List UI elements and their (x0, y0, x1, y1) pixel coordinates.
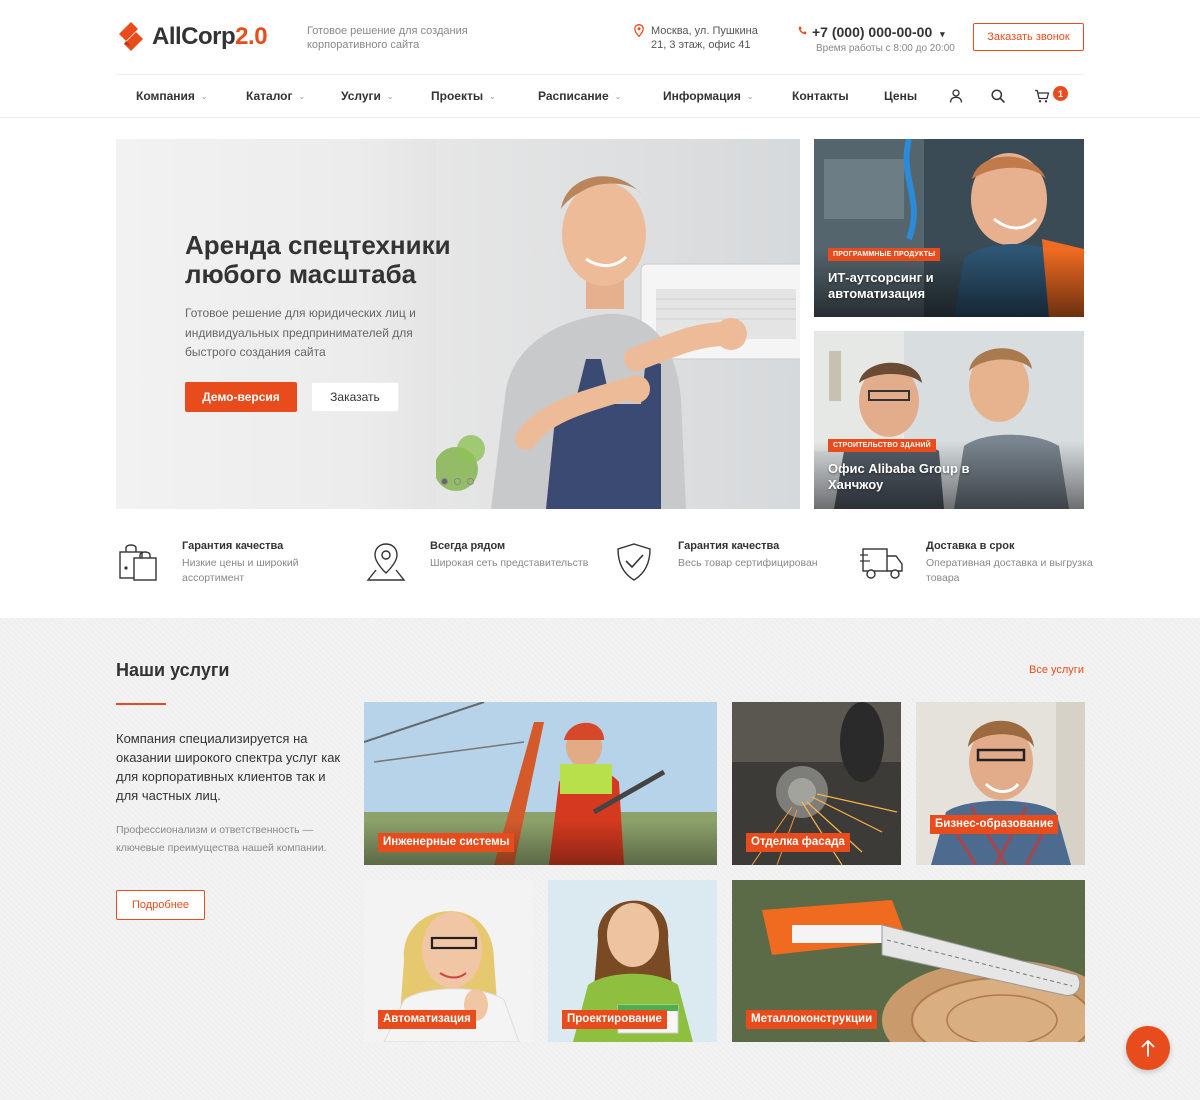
delivery-truck-icon (860, 548, 903, 579)
nav-item-projects[interactable]: Проекты ⌄ (431, 89, 496, 103)
slider-dot[interactable] (467, 478, 474, 485)
service-label: Автоматизация (378, 1010, 476, 1029)
service-label: Металлоконструкции (746, 1010, 878, 1029)
service-label: Инженерные системы (378, 833, 515, 852)
hero-slider: Аренда спецтехники любого масштаба Готов… (116, 139, 800, 509)
chevron-down-icon: ⌄ (200, 92, 208, 101)
card-title: ИТ-аутсорсинг и автоматизация (828, 270, 934, 301)
feature-item: Гарантия качества Низкие цены и широкий … (116, 538, 356, 588)
shopping-bags-icon (119, 544, 157, 581)
map-pin-icon (366, 543, 406, 581)
feature-title: Гарантия качества (678, 540, 780, 552)
service-label: Отделка фасада (746, 833, 850, 852)
site-header: AllCorp2.0 Готовое решение для создания … (116, 0, 1084, 74)
card-title: Офис Alibaba Group в Ханчжоу (828, 461, 970, 492)
slider-dot[interactable] (441, 478, 448, 485)
nav-item-info[interactable]: Информация ⌄ (663, 89, 754, 103)
feature-title: Доставка в срок (926, 540, 1015, 552)
cart-count-badge: 1 (1053, 86, 1068, 101)
card-tag: Программные продукты (828, 248, 941, 261)
service-label: Проектирование (562, 1010, 667, 1029)
card-tag: Строительство зданий (828, 439, 936, 452)
search-icon[interactable] (990, 88, 1006, 104)
service-tile-engineering[interactable]: Инженерные системы (364, 702, 717, 865)
feature-item: Гарантия качества Весь товар сертифициро… (612, 538, 852, 588)
feature-title: Всегда рядом (430, 540, 506, 552)
nav-item-prices[interactable]: Цены (884, 89, 917, 103)
phone-chevron-down-icon[interactable]: ▾ (940, 29, 945, 39)
feature-desc: Широкая сеть представительств (430, 557, 589, 569)
nav-divider (0, 117, 1200, 118)
service-label: Бизнес-образование (930, 815, 1059, 834)
feature-title: Гарантия качества (182, 540, 284, 552)
feature-item: Доставка в срок Оперативная доставка и в… (860, 538, 1100, 588)
nav-item-catalog[interactable]: Каталог ⌄ (246, 89, 305, 103)
nav-item-label: Каталог (246, 89, 293, 103)
nav-item-label: Услуги (341, 89, 381, 103)
work-hours: Время работы с 8:00 до 20:00 (816, 43, 955, 54)
hero-title: Аренда спецтехники любого масштаба (185, 230, 451, 289)
services-title: Наши услуги (116, 660, 230, 680)
chevron-down-icon: ⌄ (746, 92, 754, 101)
logo[interactable]: AllCorp2.0 (116, 20, 268, 54)
chevron-down-icon: ⌄ (298, 92, 306, 101)
nav-item-services[interactable]: Услуги ⌄ (341, 89, 394, 103)
cart-icon[interactable] (1034, 88, 1050, 104)
nav-item-company[interactable]: Компания ⌄ (136, 89, 208, 103)
services-subtext: Профессионализм и ответственность — ключ… (116, 824, 327, 854)
feature-desc: Весь товар сертифицирован (678, 557, 818, 569)
chevron-down-icon: ⌄ (386, 92, 394, 101)
feature-desc: Низкие цены и широкий ассортимент (182, 557, 299, 584)
slider-dots (441, 478, 474, 485)
chevron-down-icon: ⌄ (614, 92, 622, 101)
location-pin-icon (634, 24, 644, 37)
demo-button[interactable]: Демо-версия (185, 382, 297, 412)
user-icon[interactable] (948, 88, 964, 104)
side-card-it-outsourcing[interactable]: Программные продукты ИТ-аутсорсинг и авт… (814, 139, 1084, 317)
main-nav: Компания ⌄ Каталог ⌄ Услуги ⌄ Проекты ⌄ Расп… (116, 74, 1084, 117)
phone-number[interactable]: +7 (000) 000-00-00 ▾ (798, 24, 958, 40)
nav-item-label: Проекты (431, 89, 484, 103)
nav-item-label: Информация (663, 89, 741, 103)
site-slogan: Готовое решение для создания корпоративн… (307, 25, 468, 51)
callback-button[interactable]: Заказать звонок (973, 23, 1084, 51)
service-tile-design[interactable]: Проектирование (548, 880, 717, 1042)
address-text: Москва, ул. Пушкина 21, 3 этаж, офис 41 (651, 25, 758, 51)
hero-text: Готовое решение для юридических лиц и ин… (185, 306, 416, 359)
all-services-link[interactable]: Все услуги (1029, 664, 1084, 676)
chevron-down-icon: ⌄ (489, 92, 496, 101)
nav-item-label: Компания (136, 89, 195, 103)
logo-version: 2.0 (235, 23, 268, 50)
more-button[interactable]: Подробнее (116, 890, 205, 920)
arrow-up-icon (1141, 1040, 1155, 1057)
nav-item-contacts[interactable]: Контакты (792, 89, 849, 103)
services-lead: Компания специализируется на оказании ши… (116, 731, 341, 803)
service-image (916, 702, 1085, 865)
side-card-alibaba-office[interactable]: Строительство зданий Офис Alibaba Group … (814, 331, 1084, 509)
nav-item-schedule[interactable]: Расписание ⌄ (538, 89, 621, 103)
header-address: Москва, ул. Пушкина 21, 3 этаж, офис 41 (634, 24, 774, 52)
hero-technician-image (436, 139, 800, 509)
scroll-to-top-button[interactable] (1126, 1026, 1170, 1070)
service-tile-automation[interactable]: Автоматизация (364, 880, 533, 1042)
feature-desc: Оперативная доставка и выгрузка товара (926, 557, 1093, 584)
logo-name: AllCorp (152, 23, 236, 50)
logo-mark-icon (119, 22, 143, 51)
shield-check-icon (617, 543, 651, 581)
service-tile-facade[interactable]: Отделка фасада (732, 702, 901, 865)
order-button[interactable]: Заказать (311, 382, 399, 412)
phone-text: +7 (000) 000-00-00 (812, 24, 933, 40)
nav-item-label: Расписание (538, 89, 609, 103)
service-tile-metal[interactable]: Металлоконструкции (732, 880, 1085, 1042)
title-underline (116, 703, 166, 705)
phone-icon (798, 26, 807, 35)
phone-block: +7 (000) 000-00-00 ▾ Время работы с 8:00… (798, 24, 958, 54)
service-tile-business-edu[interactable]: Бизнес-образование (916, 702, 1085, 865)
feature-item: Всегда рядом Широкая сеть представительс… (364, 538, 604, 588)
slider-dot[interactable] (454, 478, 461, 485)
